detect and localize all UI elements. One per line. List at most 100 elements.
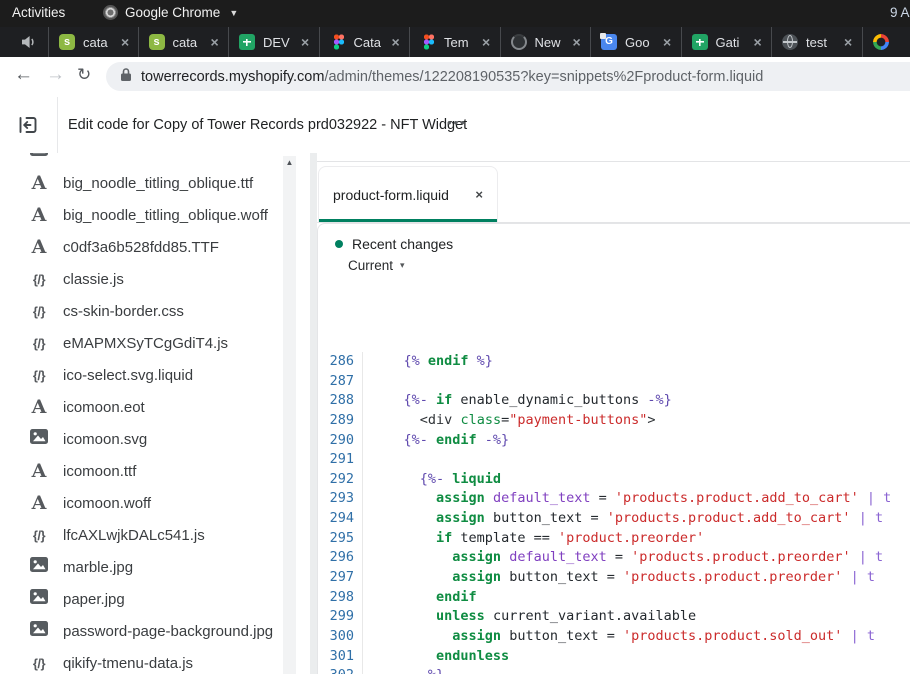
line-number: 293 [318, 489, 363, 509]
app-menu[interactable]: Google Chrome ▼ [103, 5, 238, 20]
tab-close-icon[interactable]: × [482, 34, 490, 50]
browser-tab[interactable] [863, 27, 905, 57]
file-item-partial [0, 153, 310, 167]
file-item[interactable]: Aicomoon.ttf [0, 455, 310, 487]
more-actions-button[interactable]: ••• [447, 97, 467, 153]
line-number: 297 [318, 568, 363, 588]
browser-tab[interactable]: Tem× [410, 27, 501, 57]
url-path: /admin/themes/122208190535?key=snippets%… [324, 69, 763, 85]
file-item[interactable]: {/}cs-skin-border.css [0, 295, 310, 327]
code-line: 291 [318, 450, 910, 470]
code-text: assign default_text = 'products.product.… [363, 548, 883, 568]
editor-tab-row: product-form.liquid × [317, 162, 910, 223]
code-line: 286 {% endif %} [318, 352, 910, 372]
file-name: eMAPMXSyTCgGdiT4.js [63, 335, 228, 352]
image-file-icon [28, 621, 50, 641]
forward-button[interactable]: → [46, 64, 65, 86]
editor-panel: Recent changes Current ▾ 286 {% endif %}… [317, 223, 910, 674]
code-file-icon: {/} [28, 272, 50, 287]
line-number: 298 [318, 588, 363, 608]
code-line: 299 unless current_variant.available [318, 607, 910, 627]
browser-tab[interactable]: scata× [48, 27, 139, 57]
audio-speaker-icon[interactable] [21, 35, 36, 54]
exit-code-editor-button[interactable] [16, 113, 40, 137]
tab-close-icon[interactable]: × [121, 34, 129, 50]
browser-tab[interactable]: New× [501, 27, 592, 57]
tab-close-icon[interactable]: × [754, 34, 762, 50]
browser-tab[interactable]: Gati × [682, 27, 773, 57]
file-name: icomoon.ttf [63, 463, 136, 480]
tab-title: Goo [625, 35, 659, 50]
tab-close-icon[interactable]: × [301, 34, 309, 50]
browser-tab[interactable]: test × [772, 27, 863, 57]
tab-close-icon[interactable]: × [573, 34, 581, 50]
file-item[interactable]: Ac0df3a6b528fdd85.TTF [0, 231, 310, 263]
figma-favicon [330, 34, 346, 50]
page-header: Edit code for Copy of Tower Records prd0… [0, 97, 910, 154]
line-number: 292 [318, 470, 363, 490]
file-item[interactable]: {/}ico-select.svg.liquid [0, 359, 310, 391]
chrome-logo-icon [103, 5, 118, 20]
file-item[interactable]: {/}lfcAXLwjkDALc541.js [0, 519, 310, 551]
tab-title: test [806, 35, 840, 50]
browser-tab[interactable]: DEV × [229, 27, 320, 57]
shopify-favicon: s [149, 34, 165, 50]
file-item[interactable]: Aicomoon.eot [0, 391, 310, 423]
code-line: 300 assign button_text = 'products.produ… [318, 627, 910, 647]
page-title: Edit code for Copy of Tower Records prd0… [68, 97, 467, 153]
browser-tab-strip: scata×scata×DEV×Cata×Tem×New×GGoo×Gati×t… [0, 27, 910, 57]
file-name: big_noodle_titling_oblique.ttf [63, 175, 253, 192]
file-item[interactable]: password-page-background.jpg [0, 615, 310, 647]
tab-close-icon[interactable]: × [844, 34, 852, 50]
file-item[interactable]: Abig_noodle_titling_oblique.woff [0, 199, 310, 231]
tab-title: Cata [354, 35, 388, 50]
file-item[interactable]: marble.jpg [0, 551, 310, 583]
circle-dark-favicon [511, 34, 527, 50]
version-dropdown[interactable]: Current ▾ [348, 258, 910, 273]
browser-tab[interactable]: Cata × [320, 27, 411, 57]
file-item[interactable]: {/}qikify-tmenu-data.js [0, 647, 310, 674]
code-file-icon: {/} [28, 304, 50, 319]
file-item[interactable]: Abig_noodle_titling_oblique.ttf [0, 167, 310, 199]
code-line: 297 assign button_text = 'products.produ… [318, 568, 910, 588]
tab-close-icon[interactable]: × [392, 34, 400, 50]
browser-tab[interactable]: scata× [139, 27, 230, 57]
editor-tab-close-icon[interactable]: × [475, 187, 483, 202]
file-item[interactable]: paper.jpg [0, 583, 310, 615]
code-text: {%- if enable_dynamic_buttons -%} [363, 391, 672, 411]
tab-title: Gati [716, 35, 750, 50]
reload-button[interactable]: ↻ [77, 65, 91, 85]
tab-close-icon[interactable]: × [663, 34, 671, 50]
line-number: 301 [318, 647, 363, 667]
file-name: classie.js [63, 271, 124, 288]
tab-strip-tabs: scata×scata×DEV×Cata×Tem×New×GGoo×Gati×t… [48, 27, 905, 57]
code-text: assign default_text = 'products.product.… [363, 489, 891, 509]
code-line: 302 -%} [318, 666, 910, 674]
line-number: 289 [318, 411, 363, 431]
browser-tab[interactable]: GGoo× [591, 27, 682, 57]
file-name: ico-select.svg.liquid [63, 367, 193, 384]
code-text: assign button_text = 'products.product.s… [363, 627, 875, 647]
file-item[interactable]: icomoon.svg [0, 423, 310, 455]
sheets-favicon [239, 34, 255, 50]
tab-close-icon[interactable]: × [211, 34, 219, 50]
code-line: 289 <div class="payment-buttons"> [318, 411, 910, 431]
file-name: icomoon.svg [63, 431, 147, 448]
tab-title: DEV [263, 35, 297, 50]
back-button[interactable]: ← [14, 64, 33, 86]
file-item[interactable]: {/}eMAPMXSyTCgGdiT4.js [0, 327, 310, 359]
file-name: marble.jpg [63, 559, 133, 576]
scroll-up-arrow-icon[interactable]: ▲ [283, 158, 296, 167]
code-line: 295 if template == 'product.preorder' [318, 529, 910, 549]
line-number: 294 [318, 509, 363, 529]
editor-file-tab[interactable]: product-form.liquid × [318, 166, 498, 222]
code-line: 294 assign button_text = 'products.produ… [318, 509, 910, 529]
font-file-icon: A [28, 396, 50, 418]
sidebar-scrollbar[interactable]: ▲ [283, 156, 296, 674]
file-item[interactable]: Aicomoon.woff [0, 487, 310, 519]
code-lines[interactable]: 286 {% endif %}287288 {%- if enable_dyna… [318, 352, 910, 674]
address-bar[interactable]: towerrecords.myshopify.com/admin/themes/… [106, 62, 910, 91]
code-text [363, 450, 371, 470]
activities-button[interactable]: Activities [12, 5, 65, 20]
file-item[interactable]: {/} classie.js [0, 263, 310, 295]
